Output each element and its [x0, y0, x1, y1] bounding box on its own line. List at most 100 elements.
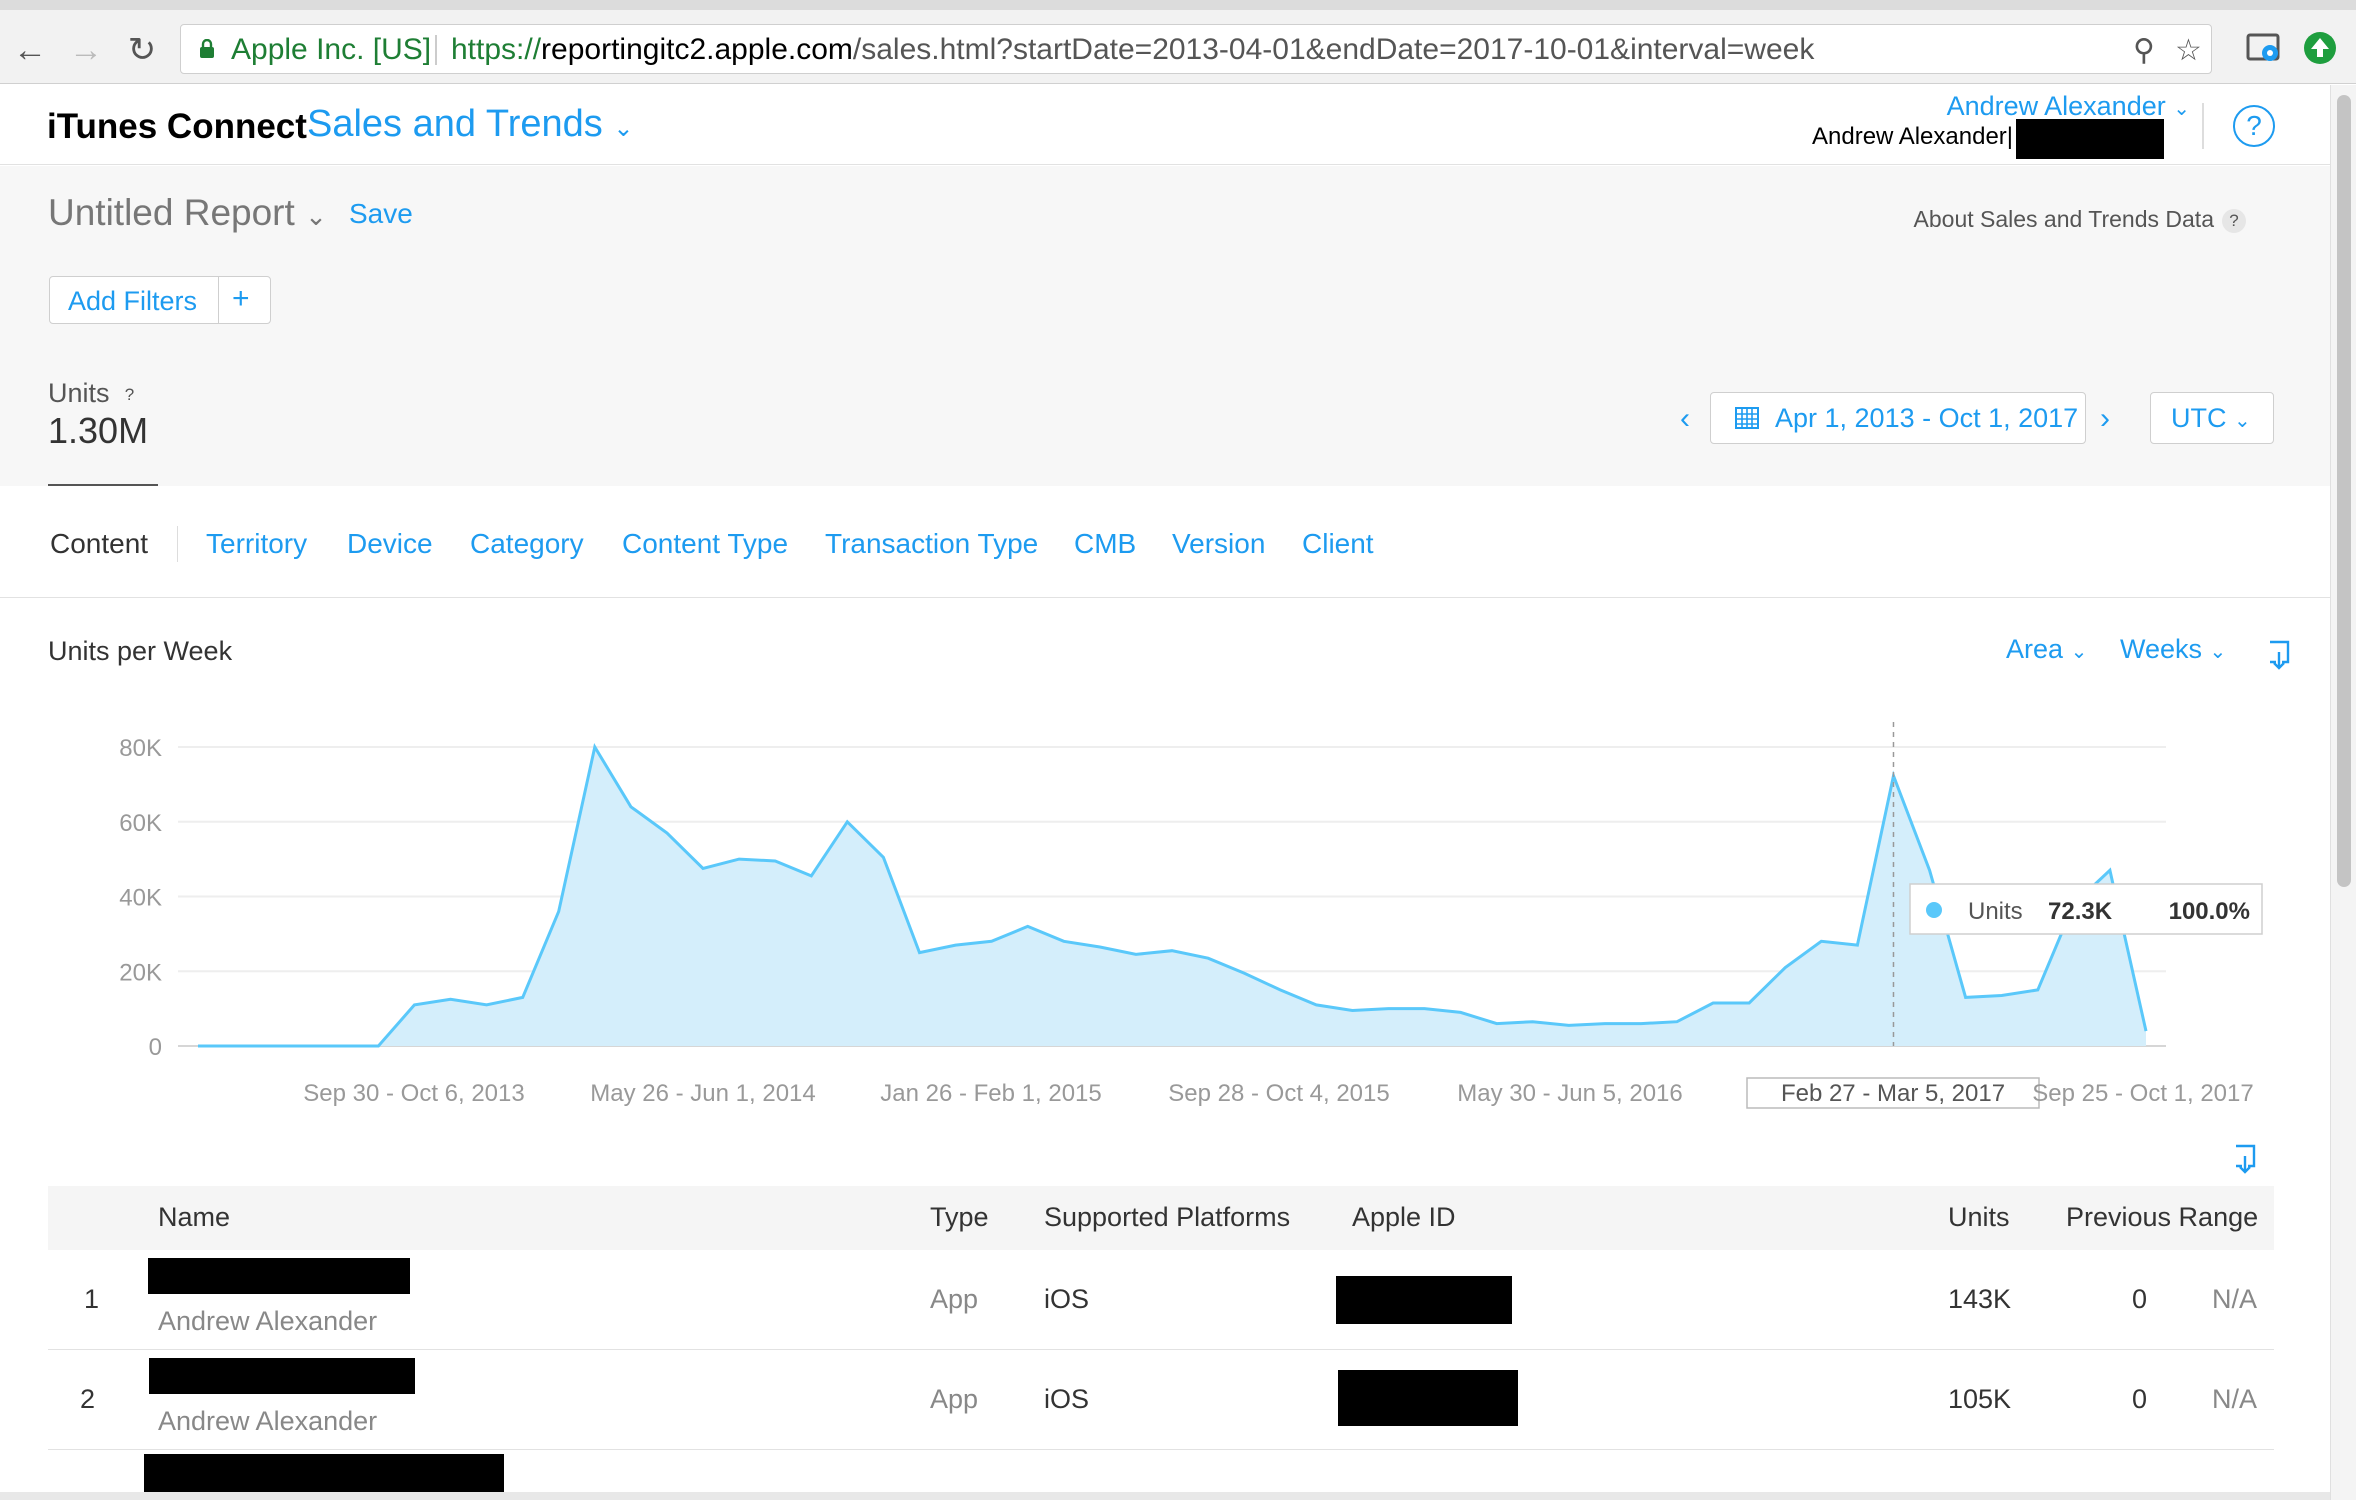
x-tick-label: Sep 25 - Oct 1, 2017: [2032, 1080, 2253, 1107]
tab-territory[interactable]: Territory: [206, 528, 307, 560]
tab-content-type[interactable]: Content Type: [622, 528, 788, 560]
address-separator: [435, 35, 437, 65]
date-range-picker[interactable]: Apr 1, 2013 - Oct 1, 2017: [1710, 392, 2086, 444]
address-bar[interactable]: Apple Inc. [US] https://reportingitc2.ap…: [180, 24, 2212, 74]
timezone-value: UTC ⌄: [2171, 403, 2251, 434]
row-platform: iOS: [1044, 1384, 1090, 1414]
save-button[interactable]: Save: [349, 198, 413, 230]
y-tick-label: 20K: [119, 959, 162, 986]
column-name[interactable]: Name: [158, 1202, 230, 1233]
row-change: N/A: [2212, 1384, 2258, 1414]
date-range-text: Apr 1, 2013 - Oct 1, 2017: [1775, 403, 2079, 433]
metric-name: Units: [48, 378, 110, 408]
row-developer: Andrew Alexander: [158, 1406, 378, 1436]
column-platforms[interactable]: Supported Platforms: [1044, 1202, 1290, 1233]
column-previous-range[interactable]: Previous Range: [2066, 1202, 2258, 1233]
download-chart-icon[interactable]: [2268, 640, 2290, 670]
module-label: Sales and Trends: [307, 103, 603, 145]
about-data-link[interactable]: About Sales and Trends Data?: [1914, 206, 2246, 233]
row-rank: 1: [84, 1284, 100, 1314]
interval-label: Weeks: [2120, 634, 2203, 664]
tab-strip: [0, 0, 2356, 10]
chevron-down-icon: ⌄: [2173, 98, 2190, 120]
x-tick-label: Jan 26 - Feb 1, 2015: [880, 1080, 1101, 1107]
report-title: Untitled Report: [48, 192, 295, 233]
row-rank: 2: [80, 1384, 96, 1414]
redacted-apple-id: [1336, 1276, 1512, 1324]
zoom-icon[interactable]: ⚲: [2133, 33, 2155, 68]
module-menu[interactable]: Sales and Trends ⌄: [307, 103, 633, 146]
bookmark-star-icon[interactable]: ☆: [2175, 33, 2202, 68]
forward-arrow-icon[interactable]: →: [64, 28, 108, 72]
tooltip-percent: 100.0%: [2169, 898, 2250, 925]
chevron-down-icon: ⌄: [2234, 410, 2251, 432]
interval-select[interactable]: Weeks ⌄: [2120, 634, 2226, 665]
dimension-tabs: Content Territory Device Category Conten…: [0, 486, 2330, 598]
units-area-chart[interactable]: 80K 60K 40K 20K 0 Sep 30 - Oct 6, 2013 May 26 …: [0, 700, 2330, 1120]
tab-cmb[interactable]: CMB: [1074, 528, 1136, 560]
row-platform: iOS: [1044, 1284, 1090, 1314]
scrollbar-thumb[interactable]: [2337, 95, 2351, 887]
user-name: Andrew Alexander: [1946, 91, 2166, 121]
secure-origin-label: Apple Inc. [US]: [231, 33, 432, 66]
url-host: reportingitc2.apple.com: [541, 33, 853, 66]
add-filters-button[interactable]: Add Filters: [68, 286, 197, 317]
column-units[interactable]: Units: [1948, 1202, 2010, 1233]
column-apple-id[interactable]: Apple ID: [1352, 1202, 1456, 1233]
row-units: 105K: [1948, 1384, 2012, 1414]
report-header: Untitled Report ⌄ Save About Sales and T…: [0, 166, 2330, 486]
column-type[interactable]: Type: [930, 1202, 989, 1233]
table-row[interactable]: 1 Andrew Alexander App iOS 143K 0 N/A: [48, 1250, 2274, 1350]
tooltip-label: Units: [1968, 898, 2023, 925]
url-path: /sales.html?startDate=2013-04-01&endDate…: [852, 33, 1815, 66]
browser-toolbar: ← → ↻ Apple Inc. [US] https://reportingi…: [0, 0, 2356, 84]
chevron-right-icon[interactable]: ›: [2100, 402, 2110, 436]
chevron-down-icon: ⌄: [2070, 641, 2088, 663]
y-tick-label: 40K: [119, 885, 162, 912]
header-divider: [2202, 103, 2204, 149]
chevron-down-icon: ⌄: [2209, 641, 2227, 663]
metric-label[interactable]: Units?: [48, 378, 142, 409]
redacted-app-name: [148, 1258, 410, 1294]
add-filter-plus-button[interactable]: +: [232, 282, 250, 316]
chevron-left-icon[interactable]: ‹: [1680, 402, 1690, 436]
tab-device[interactable]: Device: [347, 528, 433, 560]
x-tick-label: May 26 - Jun 1, 2014: [590, 1080, 815, 1107]
question-icon: ?: [124, 384, 135, 404]
chart-type-select[interactable]: Area ⌄: [2006, 634, 2087, 665]
calendar-icon: [1735, 407, 1759, 429]
update-icon[interactable]: [2302, 30, 2338, 66]
table-row[interactable]: 2 Andrew Alexander App iOS 105K 0 N/A: [48, 1350, 2274, 1450]
row-change: N/A: [2212, 1284, 2258, 1314]
filters-separator: [218, 277, 219, 323]
redacted-account: [2016, 119, 2164, 159]
url-protocol: https://: [451, 33, 542, 66]
page-scrollbar[interactable]: [2330, 85, 2356, 1500]
download-table-icon[interactable]: [2234, 1144, 2256, 1174]
x-tick-label: Sep 28 - Oct 4, 2015: [1168, 1080, 1389, 1107]
tooltip-value: 72.3K: [2048, 898, 2113, 925]
tab-version[interactable]: Version: [1172, 528, 1265, 560]
row-previous: 0: [2132, 1384, 2148, 1414]
tab-transaction-type[interactable]: Transaction Type: [825, 528, 1038, 560]
timezone-select[interactable]: UTC ⌄: [2150, 392, 2274, 444]
report-title-menu[interactable]: Untitled Report ⌄: [48, 192, 327, 234]
tab-client[interactable]: Client: [1302, 528, 1374, 560]
back-arrow-icon[interactable]: ←: [8, 28, 52, 72]
tab-content[interactable]: Content: [50, 528, 148, 560]
url-text[interactable]: https://reportingitc2.apple.com/sales.ht…: [451, 33, 1814, 67]
y-tick-label: 0: [149, 1034, 162, 1061]
cast-icon[interactable]: [2246, 30, 2282, 66]
metric-value: 1.30M: [48, 410, 149, 451]
tab-category[interactable]: Category: [470, 528, 584, 560]
brand-title: iTunes Connect: [47, 107, 307, 146]
account-subtitle: Andrew Alexander|: [1812, 123, 2014, 150]
row-type: App: [930, 1284, 979, 1314]
chart-title: Units per Week: [48, 636, 233, 666]
help-button[interactable]: ?: [2233, 105, 2275, 147]
lock-icon: [200, 39, 214, 58]
reload-icon[interactable]: ↻: [120, 28, 164, 72]
x-tick-label: Sep 30 - Oct 6, 2013: [303, 1080, 524, 1107]
tooltip-swatch: [1926, 902, 1942, 918]
user-menu[interactable]: Andrew Alexander ⌄: [1947, 91, 2190, 122]
